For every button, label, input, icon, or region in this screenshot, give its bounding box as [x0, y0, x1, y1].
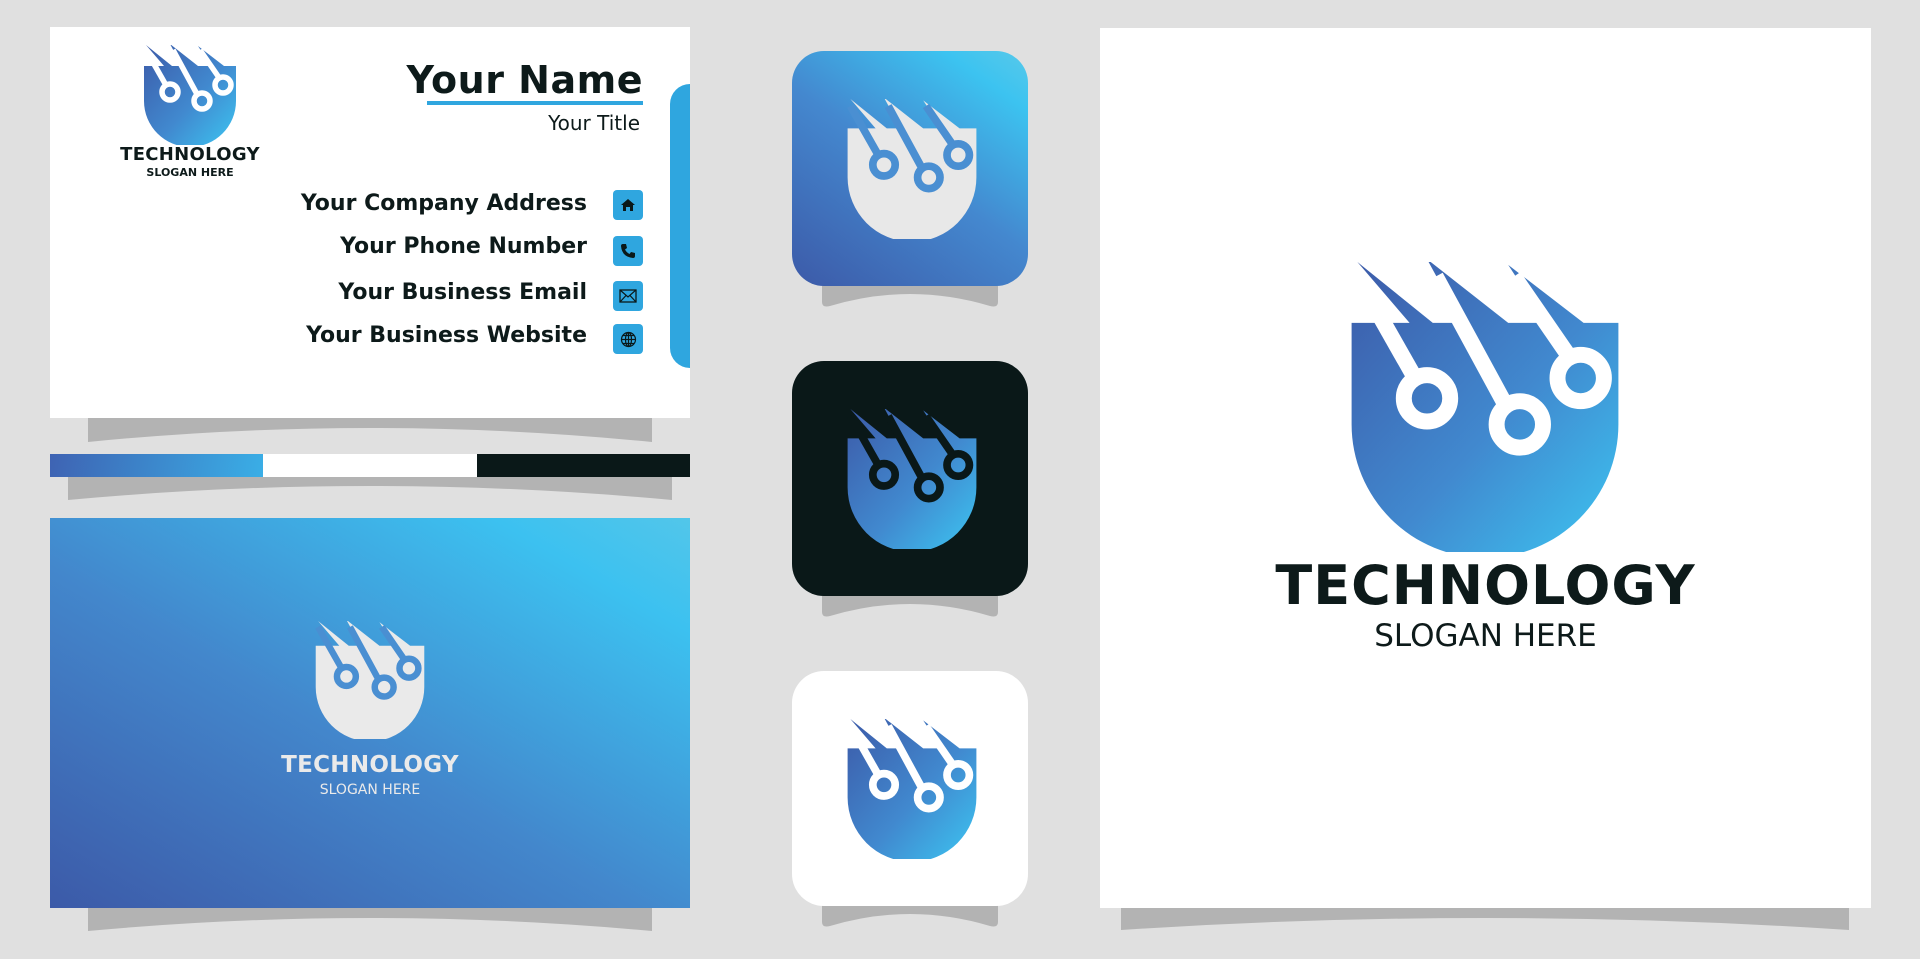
card-brand-name: TECHNOLOGY	[120, 144, 260, 165]
contact-email: Your Business Email	[338, 280, 587, 305]
app-icon-white	[792, 671, 1028, 906]
business-card-back: TECHNOLOGY SLOGAN HERE	[50, 518, 690, 908]
card-logo	[140, 45, 240, 145]
card-brand-slogan: SLOGAN HERE	[146, 166, 234, 179]
shield-circuit-icon	[842, 409, 982, 549]
swatch-black	[476, 454, 690, 477]
card-holder-name: Your Name	[406, 58, 643, 102]
card-back-shadow	[88, 908, 652, 931]
logo-presentation-panel: TECHNOLOGY SLOGAN HERE	[1100, 28, 1871, 908]
app-icon-dark	[792, 361, 1028, 596]
card-back-brand-name: TECHNOLOGY	[281, 752, 459, 778]
contact-address: Your Company Address	[300, 191, 587, 216]
mail-icon	[613, 281, 643, 311]
swatch-white	[263, 454, 477, 477]
shield-circuit-icon	[1340, 262, 1630, 552]
icon-blue-shadow	[822, 284, 998, 307]
contact-phone: Your Phone Number	[340, 234, 587, 259]
shield-circuit-icon	[311, 621, 429, 739]
card-back-brand-slogan: SLOGAN HERE	[319, 782, 421, 798]
logo-panel-shadow	[1121, 908, 1849, 930]
globe-icon	[613, 324, 643, 354]
contact-website: Your Business Website	[306, 323, 587, 348]
phone-icon	[613, 236, 643, 266]
shield-circuit-icon	[842, 99, 982, 239]
main-brand-slogan: SLOGAN HERE	[1374, 618, 1597, 654]
icon-white-shadow	[822, 904, 998, 927]
swatch-blue-gradient	[50, 454, 264, 477]
home-icon	[613, 190, 643, 220]
color-bar-shadow	[68, 477, 672, 500]
icon-dark-shadow	[822, 594, 998, 617]
shield-circuit-icon	[140, 45, 240, 145]
main-brand-name: TECHNOLOGY	[1275, 554, 1696, 617]
card-accent-tab	[670, 84, 690, 368]
card-back-logo	[311, 621, 429, 739]
business-card-front: TECHNOLOGY SLOGAN HERE Your Name Your Ti…	[50, 27, 690, 418]
card-front-shadow	[88, 418, 652, 442]
color-palette-bar	[50, 454, 690, 477]
shield-circuit-icon	[842, 719, 982, 859]
name-underline	[427, 101, 643, 105]
card-holder-title: Your Title	[548, 111, 640, 135]
main-logo	[1340, 262, 1630, 552]
app-icon-blue	[792, 51, 1028, 286]
